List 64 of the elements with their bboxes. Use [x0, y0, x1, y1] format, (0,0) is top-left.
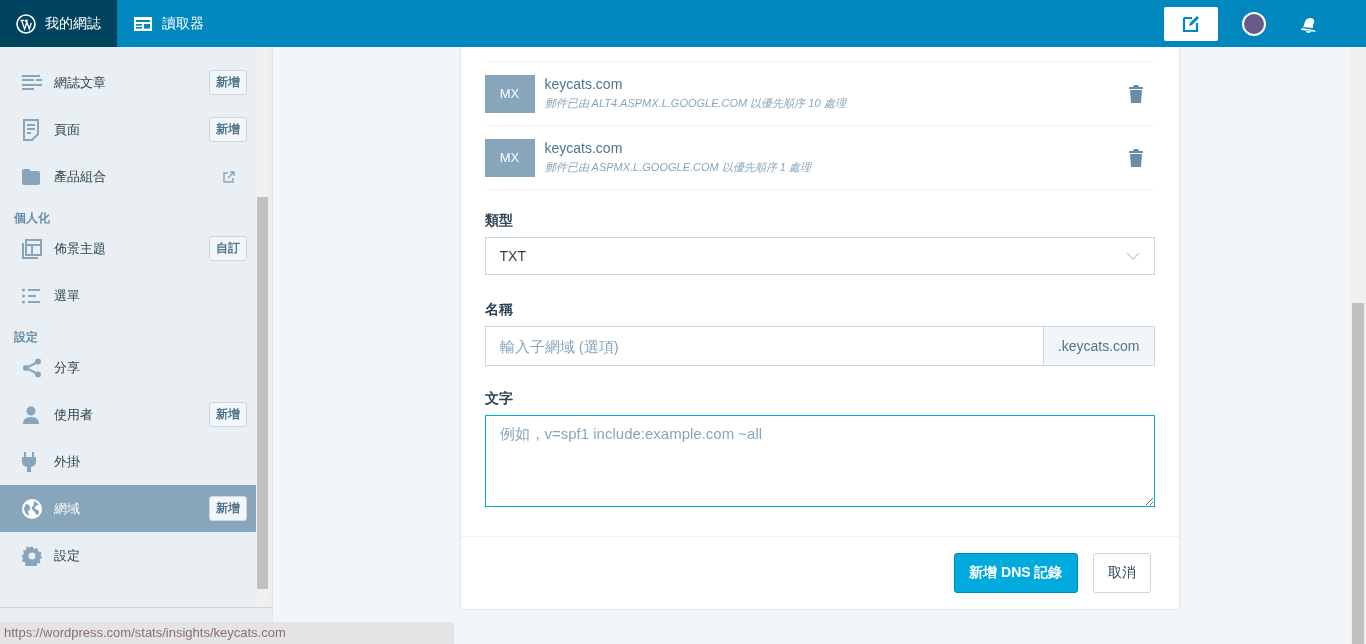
- sidebar-item[interactable]: 網誌文章 新增: [0, 59, 256, 106]
- sidebar-item-label: 設定: [54, 546, 81, 565]
- avatar-icon[interactable]: [1242, 11, 1266, 36]
- gear-icon: [22, 545, 42, 566]
- sidebar-item[interactable]: 外掛: [0, 438, 256, 485]
- subdomain-field[interactable]: 輸入子網域 (選項): [484, 326, 1044, 366]
- sidebar-item-label: 頁面: [54, 120, 81, 139]
- page-icon: [22, 118, 40, 141]
- sidebar-item[interactable]: 分享: [0, 344, 256, 391]
- nav-tab[interactable]: 我的網誌: [0, 0, 117, 47]
- sidebar-action-button[interactable]: 新增: [209, 70, 247, 95]
- type-dropdown[interactable]: TXT: [484, 237, 1155, 275]
- record-name: keycats.com: [544, 76, 624, 92]
- record-detail: 郵件已由 ASPMX.L.GOOGLE.COM 以優先順序 1 處理: [544, 160, 813, 175]
- person-icon: [22, 405, 40, 424]
- record-detail: 郵件已由 ALT4.ASPMX.L.GOOGLE.COM 以優先順序 10 處理: [544, 96, 848, 111]
- write-button[interactable]: [1164, 6, 1218, 41]
- sidebar-item[interactable]: 網域 新增: [0, 485, 256, 532]
- external-link-icon[interactable]: [223, 170, 235, 183]
- trash-icon[interactable]: [1128, 148, 1143, 167]
- trash-icon[interactable]: [1128, 84, 1143, 103]
- section-heading: 個人化: [13, 210, 51, 225]
- globe-icon: [22, 498, 42, 519]
- field-label: 文字: [484, 390, 514, 408]
- field-label: 類型: [484, 212, 514, 230]
- layout-icon: [22, 238, 42, 259]
- sidebar-item[interactable]: 頁面 新增: [0, 106, 256, 153]
- sidebar-item-label: 網誌文章: [54, 73, 107, 92]
- record-type-badge: MX: [484, 74, 535, 113]
- sidebar-item-label: 分享: [54, 358, 81, 377]
- chevron-down-icon: [1125, 252, 1140, 260]
- nav-tab[interactable]: 讀取器: [117, 0, 220, 47]
- record-type-badge: MX: [484, 138, 535, 177]
- sidebar-item-label: 外掛: [54, 452, 81, 471]
- scrollbar[interactable]: [256, 47, 269, 607]
- sidebar-item[interactable]: 使用者 新增: [0, 391, 256, 438]
- sidebar-item[interactable]: 選單: [0, 272, 256, 319]
- cancel-button[interactable]: 取消: [1092, 553, 1151, 593]
- sidebar-item-label: 佈景主題: [54, 239, 107, 258]
- folder-icon: [22, 168, 40, 185]
- section-heading: 設定: [13, 329, 39, 344]
- sidebar-item-label: 選單: [54, 286, 81, 305]
- field-label: 名稱: [484, 301, 514, 319]
- wordpress-logo-icon: [16, 13, 36, 34]
- domain-suffix: .keycats.com: [1043, 326, 1155, 366]
- text-field[interactable]: 例如，v=spf1 include:example.com ~all: [484, 415, 1155, 507]
- lines-icon: [22, 74, 42, 91]
- sidebar-item[interactable]: 佈景主題 自訂: [0, 225, 256, 272]
- scrollbar[interactable]: [1350, 47, 1366, 644]
- plug-icon: [22, 451, 36, 472]
- record-name: keycats.com: [544, 140, 624, 156]
- pencil-square-icon: [1181, 13, 1201, 34]
- status-url: https://wordpress.com/stats/insights/keycats.com: [0, 622, 454, 644]
- sidebar-item-label: 產品組合: [54, 167, 107, 186]
- sidebar-action-button[interactable]: 自訂: [209, 236, 247, 261]
- sidebar-action-button[interactable]: 新增: [209, 402, 247, 427]
- sidebar-action-button[interactable]: 新增: [209, 496, 247, 521]
- sidebar-item[interactable]: 產品組合: [0, 153, 256, 200]
- sidebar-action-button[interactable]: 新增: [209, 117, 247, 142]
- share-icon: [22, 357, 42, 378]
- sidebar-item-label: 網域: [54, 499, 81, 518]
- list-icon: [22, 287, 40, 304]
- sidebar-item-label: 使用者: [54, 405, 94, 424]
- sidebar-item[interactable]: 設定: [0, 532, 256, 579]
